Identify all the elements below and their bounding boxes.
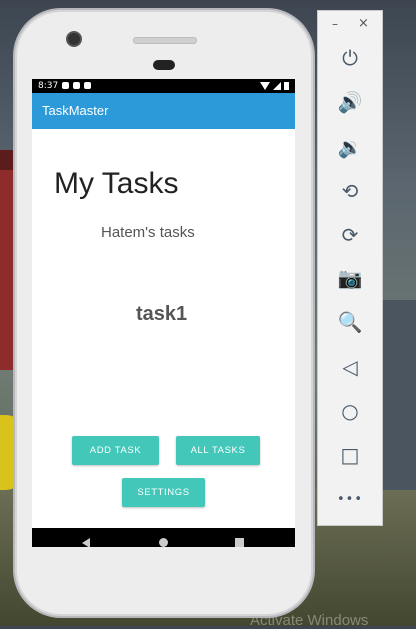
phone-frame: 8:37 TaskMaster My Tasks Hatem's tasks t…: [17, 12, 311, 614]
nav-home-icon[interactable]: [159, 538, 168, 547]
battery-icon: [284, 82, 289, 90]
earpiece: [133, 37, 197, 44]
volume-up-icon[interactable]: 🔊: [332, 88, 368, 116]
zoom-icon[interactable]: 🔍: [332, 308, 368, 336]
proximity-sensor: [153, 60, 175, 70]
settings-notification-icon: [62, 82, 69, 89]
page-title: My Tasks: [54, 167, 179, 200]
add-task-button[interactable]: ADD TASK: [72, 436, 159, 465]
front-camera: [68, 33, 80, 45]
emulator-titlebar: – ×: [318, 11, 382, 37]
navigation-bar: [32, 528, 295, 547]
power-icon[interactable]: ⏻: [332, 44, 368, 72]
activation-watermark: Activate Windows: [250, 612, 369, 629]
nav-recents-icon[interactable]: [235, 538, 244, 547]
rotate-right-icon[interactable]: ⟳: [332, 221, 368, 249]
volume-down-icon[interactable]: 🔉: [332, 133, 368, 161]
home-icon[interactable]: ○: [332, 397, 368, 425]
status-time: 8:37: [38, 81, 59, 91]
sd-card-notification-icon: [84, 82, 91, 89]
emulator-toolbar: – × ⏻ 🔊 🔉 ⟲ ⟳ 📷 🔍 ◁ ○ □ •••: [317, 10, 383, 526]
back-icon[interactable]: ◁: [332, 353, 368, 381]
nav-back-icon[interactable]: [82, 538, 90, 547]
more-icon[interactable]: •••: [332, 485, 368, 513]
user-tasks-label: Hatem's tasks: [101, 224, 195, 241]
overview-icon[interactable]: □: [332, 441, 368, 469]
camera-icon[interactable]: 📷: [332, 264, 368, 292]
wifi-icon: [260, 82, 270, 90]
app-title: TaskMaster: [42, 103, 109, 118]
system-icons: [260, 82, 289, 90]
notification-icons: [62, 82, 91, 89]
background-building: [382, 300, 416, 490]
settings-button[interactable]: SETTINGS: [122, 478, 205, 507]
task-item[interactable]: task1: [136, 303, 187, 326]
device-screen: 8:37 TaskMaster My Tasks Hatem's tasks t…: [32, 79, 295, 547]
app-bar: TaskMaster: [32, 93, 295, 129]
rotate-left-icon[interactable]: ⟲: [332, 177, 368, 205]
status-bar: 8:37: [32, 79, 295, 93]
minimize-button[interactable]: –: [332, 17, 338, 31]
signal-icon: [273, 82, 281, 90]
shield-notification-icon: [73, 82, 80, 89]
close-button[interactable]: ×: [358, 16, 369, 31]
all-tasks-button[interactable]: ALL TASKS: [176, 436, 260, 465]
